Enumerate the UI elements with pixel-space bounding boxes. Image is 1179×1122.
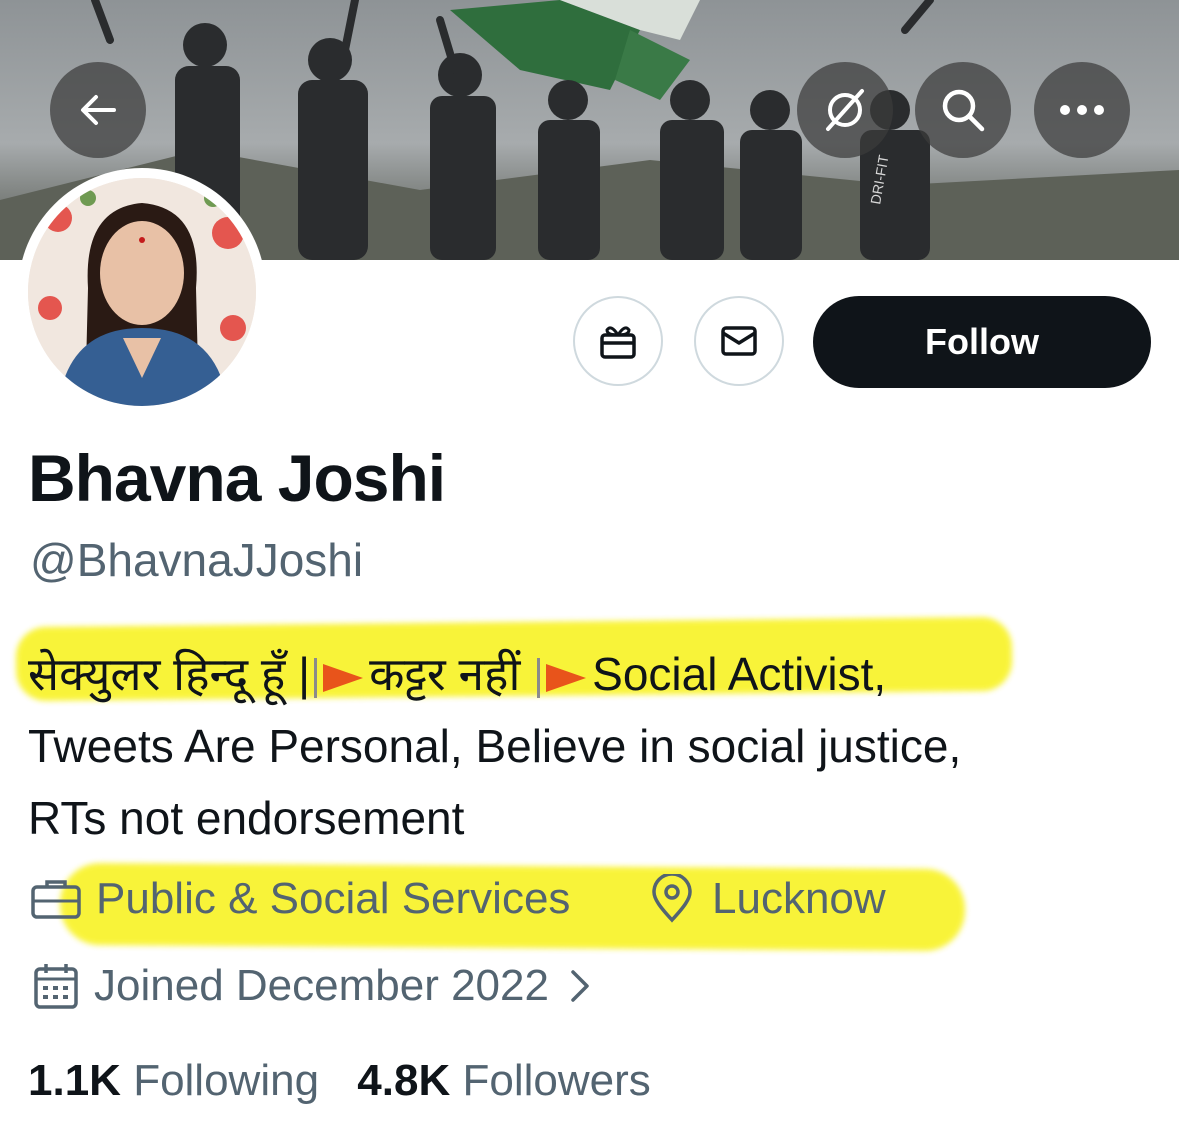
search-button[interactable] [915, 62, 1011, 158]
profile-name: Bhavna Joshi [28, 441, 446, 515]
bio-english-part-1: Social Activist, [592, 648, 887, 700]
category-text: Public & Social Services [96, 874, 571, 923]
message-button[interactable] [694, 296, 784, 386]
chevron-right-icon [571, 970, 589, 1002]
saffron-flag-icon [323, 663, 364, 692]
flag-pole [314, 657, 318, 698]
gift-icon [600, 326, 636, 359]
location-pin-icon [652, 874, 692, 923]
more-button[interactable] [1034, 62, 1130, 158]
envelope-icon [721, 326, 757, 356]
more-dots-icon [1060, 105, 1104, 115]
bio-line-2: Tweets Are Personal, Believe in social j… [28, 720, 962, 772]
following-stat[interactable]: 1.1K Following [28, 1056, 319, 1105]
grok-button[interactable] [797, 62, 893, 158]
followers-label: Followers [462, 1056, 651, 1105]
briefcase-icon [31, 880, 81, 919]
followers-stat[interactable]: 4.8K Followers [357, 1056, 650, 1105]
profile-location: Lucknow [646, 874, 886, 924]
gift-button[interactable] [573, 296, 663, 386]
bio-line-3: RTs not endorsement [28, 792, 465, 844]
profile-stats: 1.1K Following 4.8K Followers [28, 1056, 651, 1106]
grok-icon [826, 89, 864, 131]
bio-line-1: सेक्युलर हिन्दू हूँ | कट्टर नहीं Social A… [28, 638, 1158, 710]
avatar-frame[interactable] [18, 168, 266, 416]
following-count: 1.1K [28, 1056, 121, 1105]
following-label: Following [133, 1056, 320, 1105]
profile-bio: सेक्युलर हिन्दू हूँ | कट्टर नहीं Social A… [28, 638, 1158, 854]
avatar [28, 178, 256, 406]
profile-handle: @BhavnaJJoshi [30, 534, 364, 586]
location-text: Lucknow [712, 874, 886, 923]
follow-button[interactable]: Follow [813, 296, 1151, 388]
saffron-flag-icon [546, 663, 587, 692]
profile-category: Public & Social Services [28, 874, 570, 924]
bio-hindi-part-1: सेक्युलर हिन्दू हूँ | [28, 648, 311, 700]
back-arrow-icon [81, 95, 116, 125]
search-icon [942, 89, 985, 132]
joined-text: Joined December 2022 [94, 961, 549, 1010]
bio-hindi-part-2: कट्टर नहीं [369, 648, 521, 700]
calendar-icon [34, 964, 78, 1009]
back-button[interactable] [50, 62, 146, 158]
profile-joined[interactable]: Joined December 2022 [28, 961, 597, 1011]
followers-count: 4.8K [357, 1056, 451, 1105]
flag-pole [537, 657, 541, 698]
